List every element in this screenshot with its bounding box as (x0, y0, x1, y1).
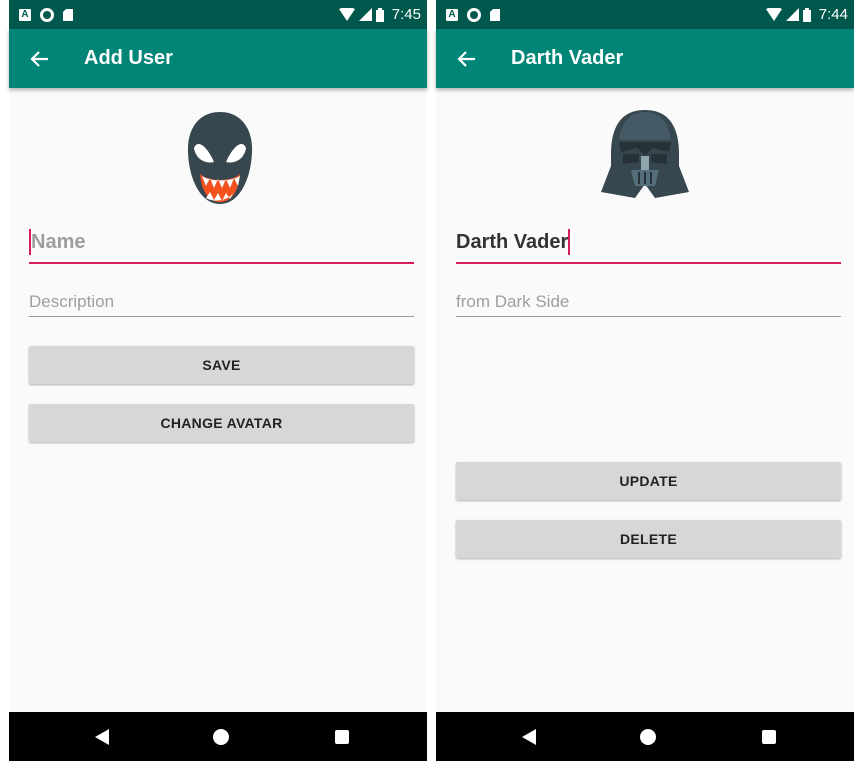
recents-icon[interactable] (762, 730, 776, 744)
wifi-icon (765, 8, 782, 21)
name-input[interactable]: Darth Vader (456, 228, 841, 264)
description-input[interactable]: from Dark Side (456, 290, 841, 317)
back-icon[interactable] (95, 729, 109, 745)
description-placeholder: from Dark Side (456, 292, 570, 311)
notification-circle-icon (40, 7, 54, 22)
back-icon[interactable] (522, 729, 536, 745)
status-bar: A 7:45 (9, 0, 427, 29)
signal-icon (358, 8, 372, 21)
home-icon[interactable] (213, 729, 229, 745)
notification-circle-icon (467, 7, 481, 22)
sd-card-icon (63, 8, 73, 21)
edit-user-screen: A 7:44 Darth Vader Darth Vader from Dark… (436, 0, 854, 761)
description-input[interactable]: Description (29, 290, 414, 317)
darth-vader-helmet-icon[interactable] (599, 106, 691, 202)
notification-a-icon: A (19, 8, 31, 21)
arrow-back-icon[interactable] (456, 50, 476, 68)
description-placeholder: Description (29, 292, 115, 311)
recents-icon[interactable] (335, 730, 349, 744)
app-bar: Add User (9, 29, 427, 88)
navigation-bar (9, 712, 427, 761)
app-bar-title: Add User (84, 47, 173, 69)
status-bar: A 7:44 (436, 0, 854, 29)
screens: A 7:45 Add User Name Description SAVE CH… (0, 0, 854, 761)
name-value: Darth Vader (456, 231, 569, 253)
add-user-screen: A 7:45 Add User Name Description SAVE CH… (9, 0, 427, 761)
name-placeholder: Name (31, 231, 86, 253)
home-icon[interactable] (640, 729, 656, 745)
name-input[interactable]: Name (29, 228, 414, 264)
status-time: 7:44 (818, 6, 848, 23)
save-button[interactable]: SAVE (29, 346, 414, 384)
signal-icon (785, 8, 799, 21)
update-button[interactable]: UPDATE (456, 462, 841, 500)
notification-a-icon: A (446, 8, 458, 21)
change-avatar-button[interactable]: CHANGE AVATAR (29, 404, 414, 442)
battery-icon (802, 7, 811, 22)
text-cursor (568, 228, 571, 255)
delete-button[interactable]: DELETE (456, 520, 841, 558)
app-bar: Darth Vader (436, 29, 854, 88)
navigation-bar (436, 712, 854, 761)
wifi-icon (338, 8, 355, 21)
arrow-back-icon[interactable] (29, 50, 49, 68)
battery-icon (375, 7, 384, 22)
app-bar-title: Darth Vader (511, 47, 624, 69)
sd-card-icon (490, 8, 500, 21)
status-time: 7:45 (391, 6, 421, 23)
venom-mask-icon[interactable] (184, 108, 256, 208)
